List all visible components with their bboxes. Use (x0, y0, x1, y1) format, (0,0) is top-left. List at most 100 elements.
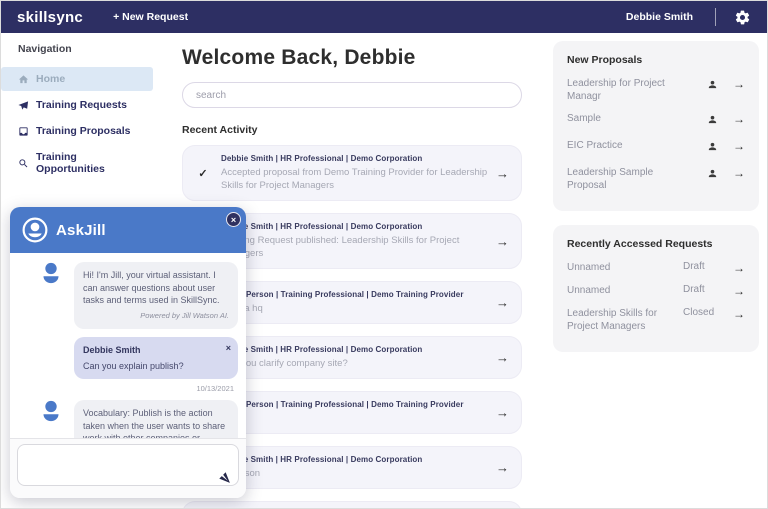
askjill-chat-widget: AskJill × Hi! I'm Jill, your virtual ass… (10, 207, 246, 498)
activity-header: Debbie Smith | HR Professional | Demo Co… (221, 154, 490, 164)
person-icon (695, 166, 729, 184)
activity-body: atlanta hq (221, 302, 490, 315)
proposal-row[interactable]: Leadership Sample Proposal → (567, 166, 745, 192)
right-column: New Proposals Leadership for Project Man… (553, 41, 759, 366)
jill-bot-icon (40, 262, 66, 288)
arrow-right-icon[interactable]: → (729, 112, 745, 126)
activity-header: Debbie Smith | HR Professional | Demo Co… (221, 455, 490, 465)
activity-body: Can you clarify company site? (221, 357, 490, 370)
activity-card[interactable]: Debbie Smith | HR Professional | Demo Co… (182, 501, 522, 509)
request-row[interactable]: Unnamed Draft → (567, 284, 745, 298)
user-message-row: Debbie Smith Can you explain publish? × (18, 337, 238, 379)
sidebar-item-training-proposals[interactable]: Training Proposals (1, 119, 153, 143)
activity-body: Training Request published: Leadership S… (221, 234, 490, 260)
proposal-row[interactable]: Leadership for Project Managr → (567, 77, 745, 103)
panel-title: New Proposals (567, 54, 745, 66)
activity-body: Accepted proposal from Demo Training Pro… (221, 166, 490, 192)
arrow-right-icon[interactable]: → (729, 284, 745, 298)
paper-plane-icon (18, 100, 29, 111)
jill-bot-icon (40, 400, 66, 426)
arrow-right-icon[interactable]: → (729, 166, 745, 180)
top-navbar: skillsync + New Request Debbie Smith (1, 1, 767, 33)
askjill-avatar-icon (22, 217, 48, 243)
search-input[interactable] (182, 82, 522, 108)
bot-bubble: Hi! I'm Jill, your virtual assistant. I … (74, 262, 238, 329)
arrow-right-icon[interactable]: → (729, 77, 745, 91)
person-icon (695, 77, 729, 95)
status-badge: Draft (683, 261, 729, 272)
person-icon (695, 139, 729, 157)
request-label: Leadership Skills for Project Managers (567, 307, 683, 333)
request-label: Unnamed (567, 261, 683, 274)
new-request-button[interactable]: + New Request (113, 11, 188, 23)
arrow-right-icon[interactable]: → (729, 139, 745, 153)
bot-message-row: Vocabulary: Publish is the action taken … (18, 400, 238, 438)
sidebar-item-training-requests[interactable]: Training Requests (1, 93, 153, 117)
user-message-text: Can you explain publish? (83, 361, 184, 371)
proposal-label: Leadership Sample Proposal (567, 166, 695, 192)
settings-gear-icon[interactable] (734, 9, 751, 26)
arrow-right-icon[interactable]: → (496, 295, 509, 310)
chat-input[interactable] (17, 444, 239, 486)
proposal-label: Sample (567, 112, 695, 125)
arrow-right-icon[interactable]: → (496, 166, 509, 181)
powered-by-label: Powered by Jill Watson AI. (83, 310, 229, 323)
activity-text: Debbie Smith | HR Professional | Demo Co… (221, 154, 490, 192)
sidebar-item-label: Home (36, 73, 65, 85)
panel-title: Recently Accessed Requests (567, 238, 745, 250)
activity-header: Debbie Smith | HR Professional | Demo Co… (221, 345, 490, 355)
sidebar-item-home[interactable]: Home (1, 67, 153, 91)
status-badge: Draft (683, 284, 729, 295)
recent-activity-title: Recent Activity (182, 124, 522, 136)
arrow-right-icon[interactable]: → (729, 307, 745, 321)
chat-title: AskJill (56, 222, 106, 239)
sidebar-title: Navigation (1, 43, 161, 65)
navbar-divider (715, 8, 716, 26)
activity-body (221, 412, 490, 425)
message-close-icon[interactable]: × (226, 342, 231, 355)
activity-header: Debbie Smith | HR Professional | Demo Co… (221, 222, 490, 232)
arrow-right-icon[interactable]: → (729, 261, 745, 275)
activity-text: Demo Person | Training Professional | De… (221, 400, 490, 425)
proposal-row[interactable]: Sample → (567, 112, 745, 130)
proposal-label: EIC Practice (567, 139, 695, 152)
chat-messages: Hi! I'm Jill, your virtual assistant. I … (10, 253, 246, 438)
arrow-right-icon[interactable]: → (496, 234, 509, 249)
recently-accessed-panel: Recently Accessed Requests Unnamed Draft… (553, 225, 759, 352)
activity-text: Debbie Smith | HR Professional | Demo Co… (221, 455, 490, 480)
user-bubble: Debbie Smith Can you explain publish? × (74, 337, 238, 379)
activity-header: Demo Person | Training Professional | De… (221, 290, 490, 300)
request-row[interactable]: Leadership Skills for Project Managers C… (567, 307, 745, 333)
page-title: Welcome Back, Debbie (182, 46, 522, 70)
activity-header: Demo Person | Training Professional | De… (221, 400, 490, 410)
check-icon: ✓ (191, 167, 215, 180)
arrow-right-icon[interactable]: → (496, 460, 509, 475)
home-icon (18, 74, 29, 85)
arrow-right-icon[interactable]: → (496, 405, 509, 420)
new-proposals-panel: New Proposals Leadership for Project Man… (553, 41, 759, 211)
sidebar-item-training-opportunities[interactable]: Training Opportunities (1, 145, 153, 181)
person-icon (695, 112, 729, 130)
user-message-name: Debbie Smith (83, 344, 229, 357)
sidebar-item-label: Training Requests (36, 99, 127, 111)
user-avatar-spacer (40, 337, 66, 363)
request-row[interactable]: Unnamed Draft → (567, 261, 745, 275)
activity-card[interactable]: ✓ Debbie Smith | HR Professional | Demo … (182, 145, 522, 201)
chat-footer (10, 438, 246, 498)
sidebar-item-label: Training Opportunities (36, 151, 145, 175)
bot-bubble: Vocabulary: Publish is the action taken … (74, 400, 238, 438)
skillsync-app: skillsync + New Request Debbie Smith Nav… (0, 0, 768, 509)
activity-text: Debbie Smith | HR Professional | Demo Co… (221, 222, 490, 260)
arrow-right-icon[interactable]: → (496, 350, 509, 365)
request-label: Unnamed (567, 284, 683, 297)
sidebar-item-label: Training Proposals (36, 125, 131, 137)
bot-message-text: Hi! I'm Jill, your virtual assistant. I … (83, 270, 220, 305)
bot-message-row: Hi! I'm Jill, your virtual assistant. I … (18, 262, 238, 329)
skillsync-logo[interactable]: skillsync (17, 9, 83, 26)
activity-text: Debbie Smith | HR Professional | Demo Co… (221, 345, 490, 370)
close-icon[interactable]: × (226, 212, 241, 227)
user-menu[interactable]: Debbie Smith (626, 11, 693, 23)
bot-message-text: Vocabulary: Publish is the action taken … (83, 408, 225, 438)
proposal-row[interactable]: EIC Practice → (567, 139, 745, 157)
activity-body: in person (221, 467, 490, 480)
